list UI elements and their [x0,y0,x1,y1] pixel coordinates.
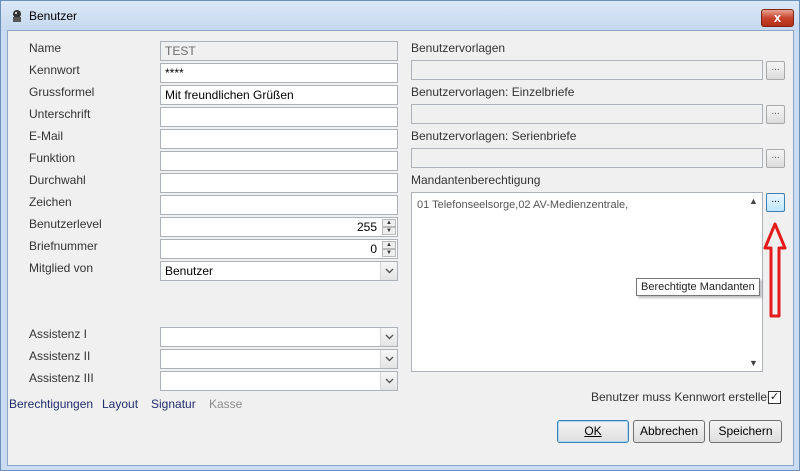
link-kasse: Kasse [209,397,243,411]
label-unterschrift: Unterschrift [29,107,91,121]
name-field[interactable]: TEST [160,41,398,61]
chevron-down-icon [385,356,394,362]
dropdown-button[interactable] [380,350,397,368]
label-funktion: Funktion [29,151,76,165]
label-briefnummer: Briefnummer [29,239,98,253]
close-button[interactable]: x [761,9,794,27]
assistenz-1-select[interactable] [160,327,398,347]
durchwahl-field[interactable] [160,173,398,193]
link-layout[interactable]: Layout [102,397,138,411]
briefnummer-stepper[interactable]: 0 ▲ ▼ [160,239,398,259]
ok-button[interactable]: OK [557,420,629,443]
label-einzelbriefe: Benutzervorlagen: Einzelbriefe [411,85,575,99]
link-signatur[interactable]: Signatur [151,397,196,411]
label-kennwort-erstellen: Benutzer muss Kennwort erstellen. [591,390,778,404]
label-assistenz-3: Assistenz III [29,371,94,385]
dropdown-button[interactable] [380,328,397,346]
mitglied-von-value: Benutzer [165,264,214,278]
email-field[interactable] [160,129,398,149]
label-mitglied-von: Mitglied von [29,261,94,275]
label-benutzervorlagen: Benutzervorlagen [411,41,506,55]
dropdown-button[interactable] [380,262,397,280]
benutzerlevel-spinner[interactable]: ▲ ▼ [382,219,396,235]
einzelbriefe-field[interactable] [411,104,763,124]
zeichen-field[interactable] [160,195,398,215]
label-kennwort: Kennwort [29,63,80,77]
link-berechtigungen[interactable]: Berechtigungen [9,397,93,411]
mitglied-von-select[interactable]: Benutzer [160,261,398,281]
mandanten-select-button[interactable]: ... [766,193,785,212]
tooltip-berechtigte-mandanten: Berechtigte Mandanten [636,278,760,296]
speichern-button[interactable]: Speichern [709,420,782,443]
benutzerlevel-stepper[interactable]: 255 ▲ ▼ [160,217,398,237]
label-zeichen: Zeichen [29,195,72,209]
app-icon [13,10,21,22]
spin-down-icon[interactable]: ▼ [382,227,396,235]
serienbriefe-field[interactable] [411,148,763,168]
scroll-up-icon[interactable]: ▲ [749,196,758,206]
browse-serienbriefe-button[interactable]: ... [766,149,785,168]
assistenz-2-select[interactable] [160,349,398,369]
ok-label: OK [584,424,602,438]
briefnummer-value: 0 [370,242,377,256]
label-serienbriefe: Benutzervorlagen: Serienbriefe [411,129,577,143]
mandanten-text: 01 Telefonseelsorge,02 AV-Medienzentrale… [417,199,629,211]
label-grussformel: Grussformel [29,85,95,99]
red-arrow-icon [763,222,787,318]
label-assistenz-1: Assistenz I [29,327,88,341]
unterschrift-field[interactable] [160,107,398,127]
title-bar[interactable]: Benutzer x [1,1,799,31]
label-durchwahl: Durchwahl [29,173,86,187]
spin-down-icon[interactable]: ▼ [382,249,396,257]
funktion-field[interactable] [160,151,398,171]
kennwort-field[interactable]: **** [160,63,398,83]
window-title: Benutzer [29,9,78,23]
chevron-down-icon [385,378,394,384]
benutzerlevel-value: 255 [356,220,377,234]
browse-benutzervorlagen-button[interactable]: ... [766,61,785,80]
chevron-down-icon [385,334,394,340]
label-email: E-Mail [29,129,64,143]
briefnummer-spinner[interactable]: ▲ ▼ [382,241,396,257]
benutzervorlagen-field[interactable] [411,60,763,80]
label-benutzerlevel: Benutzerlevel [29,217,102,231]
spin-up-icon[interactable]: ▲ [382,219,396,227]
chevron-down-icon [385,268,394,274]
abbrechen-button[interactable]: Abbrechen [633,420,705,443]
browse-einzelbriefe-button[interactable]: ... [766,105,785,124]
label-name: Name [29,41,62,55]
kennwort-erstellen-checkbox[interactable]: ✓ [768,391,781,404]
dropdown-button[interactable] [380,372,397,390]
spin-up-icon[interactable]: ▲ [382,241,396,249]
assistenz-3-select[interactable] [160,371,398,391]
grussformel-field[interactable]: Mit freundlichen Grüßen [160,85,398,105]
label-mandantenberechtigung: Mandantenberechtigung [411,173,541,187]
label-assistenz-2: Assistenz II [29,349,91,363]
scroll-down-icon[interactable]: ▼ [749,358,758,368]
